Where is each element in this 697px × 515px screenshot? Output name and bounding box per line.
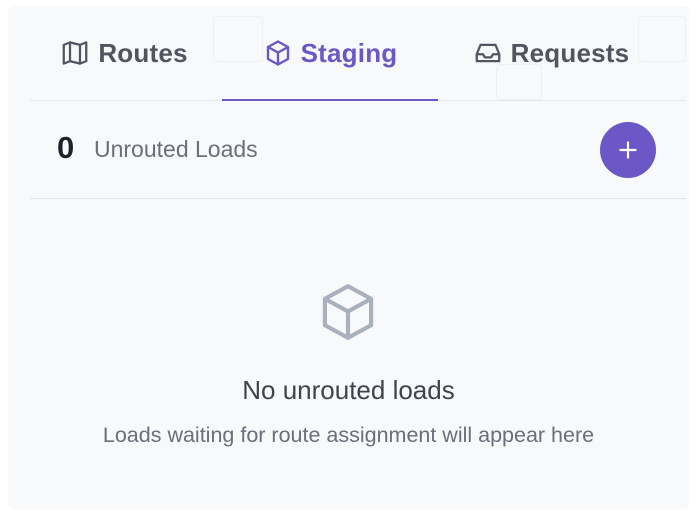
unrouted-summary: 0 Unrouted Loads	[30, 100, 686, 199]
map-icon	[60, 38, 90, 68]
tab-requests-label: Requests	[510, 37, 630, 68]
tab-staging-label: Staging	[300, 37, 398, 68]
tab-routes[interactable]: Routes	[30, 6, 218, 100]
tab-staging[interactable]: Staging	[222, 6, 438, 101]
empty-state-subtitle: Loads waiting for route assignment will …	[102, 423, 595, 447]
inbox-icon	[473, 38, 503, 68]
tab-bar: Routes Staging Requests	[30, 6, 686, 101]
add-load-button[interactable]	[600, 122, 656, 178]
plus-icon	[615, 137, 641, 163]
unrouted-count: 0	[57, 130, 75, 165]
tab-requests[interactable]: Requests	[456, 6, 646, 100]
tab-routes-label: Routes	[98, 37, 188, 68]
empty-state-title: No unrouted loads	[242, 375, 455, 405]
unrouted-count-label: Unrouted Loads	[94, 136, 258, 162]
box-icon	[263, 38, 293, 68]
empty-state-box-icon	[315, 277, 381, 352]
